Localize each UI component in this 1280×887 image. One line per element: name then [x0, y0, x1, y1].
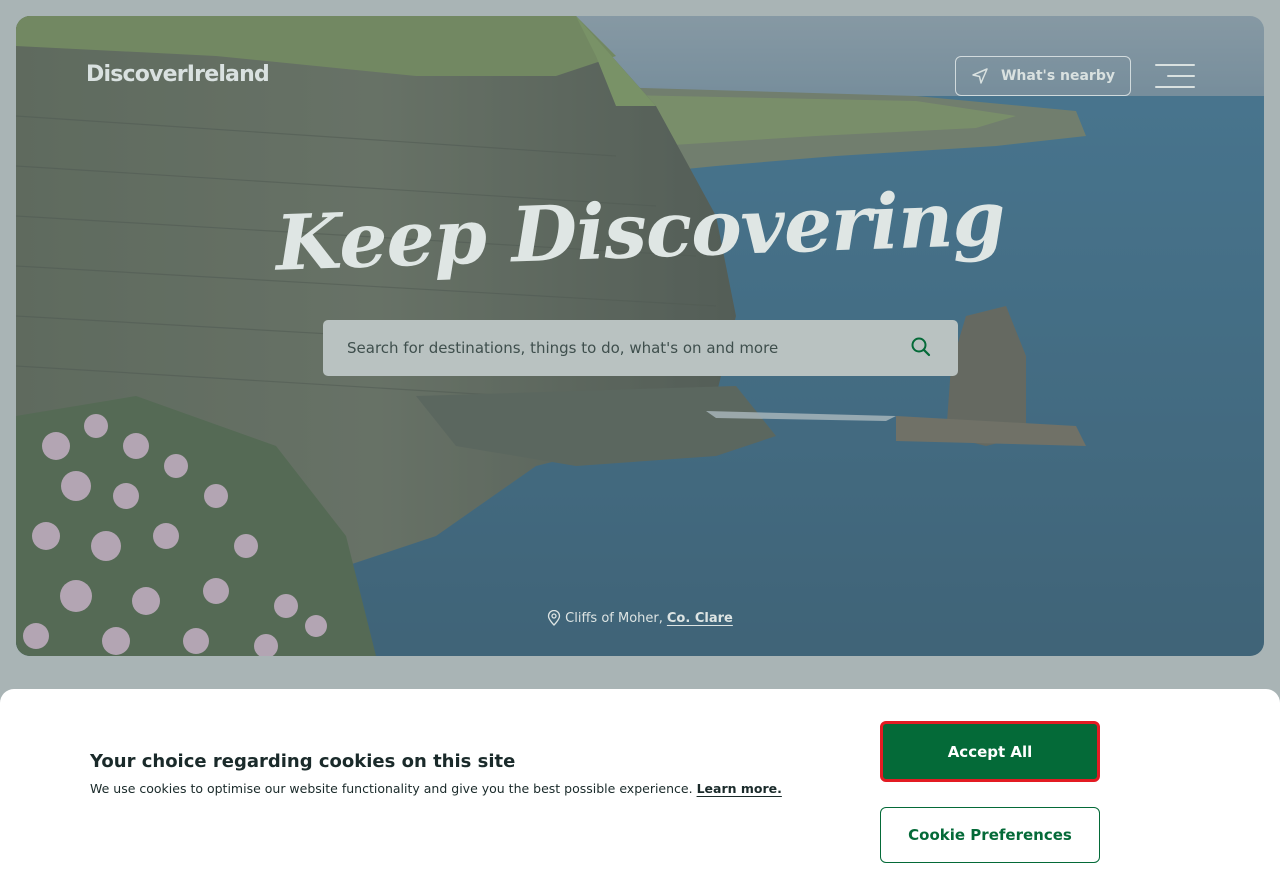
hero: DiscoverIreland What's nearby Keep Disco… — [16, 16, 1264, 656]
location-place: Cliffs of Moher, — [565, 610, 663, 626]
cookie-banner: Your choice regarding cookies on this si… — [0, 689, 1280, 887]
cookie-description: We use cookies to optimise our website f… — [90, 781, 782, 796]
photo-location: Cliffs of Moher, Co. Clare — [16, 610, 1264, 626]
site-logo[interactable]: DiscoverIreland — [86, 62, 270, 87]
learn-more-link[interactable]: Learn more. — [697, 781, 782, 796]
whats-nearby-label: What's nearby — [1000, 68, 1115, 84]
menu-icon[interactable] — [1155, 63, 1195, 89]
cookie-preferences-button[interactable]: Cookie Preferences — [880, 807, 1100, 863]
cookie-title: Your choice regarding cookies on this si… — [90, 751, 516, 772]
accept-all-button[interactable]: Accept All — [880, 721, 1100, 782]
search-icon[interactable] — [910, 336, 934, 360]
navigation-arrow-icon — [972, 68, 988, 84]
search-bar — [323, 320, 958, 376]
cookie-text: We use cookies to optimise our website f… — [90, 781, 693, 796]
location-county-link[interactable]: Co. Clare — [667, 611, 733, 626]
whats-nearby-button[interactable]: What's nearby — [955, 56, 1131, 96]
location-pin-icon — [548, 610, 561, 626]
search-input[interactable] — [347, 339, 910, 357]
